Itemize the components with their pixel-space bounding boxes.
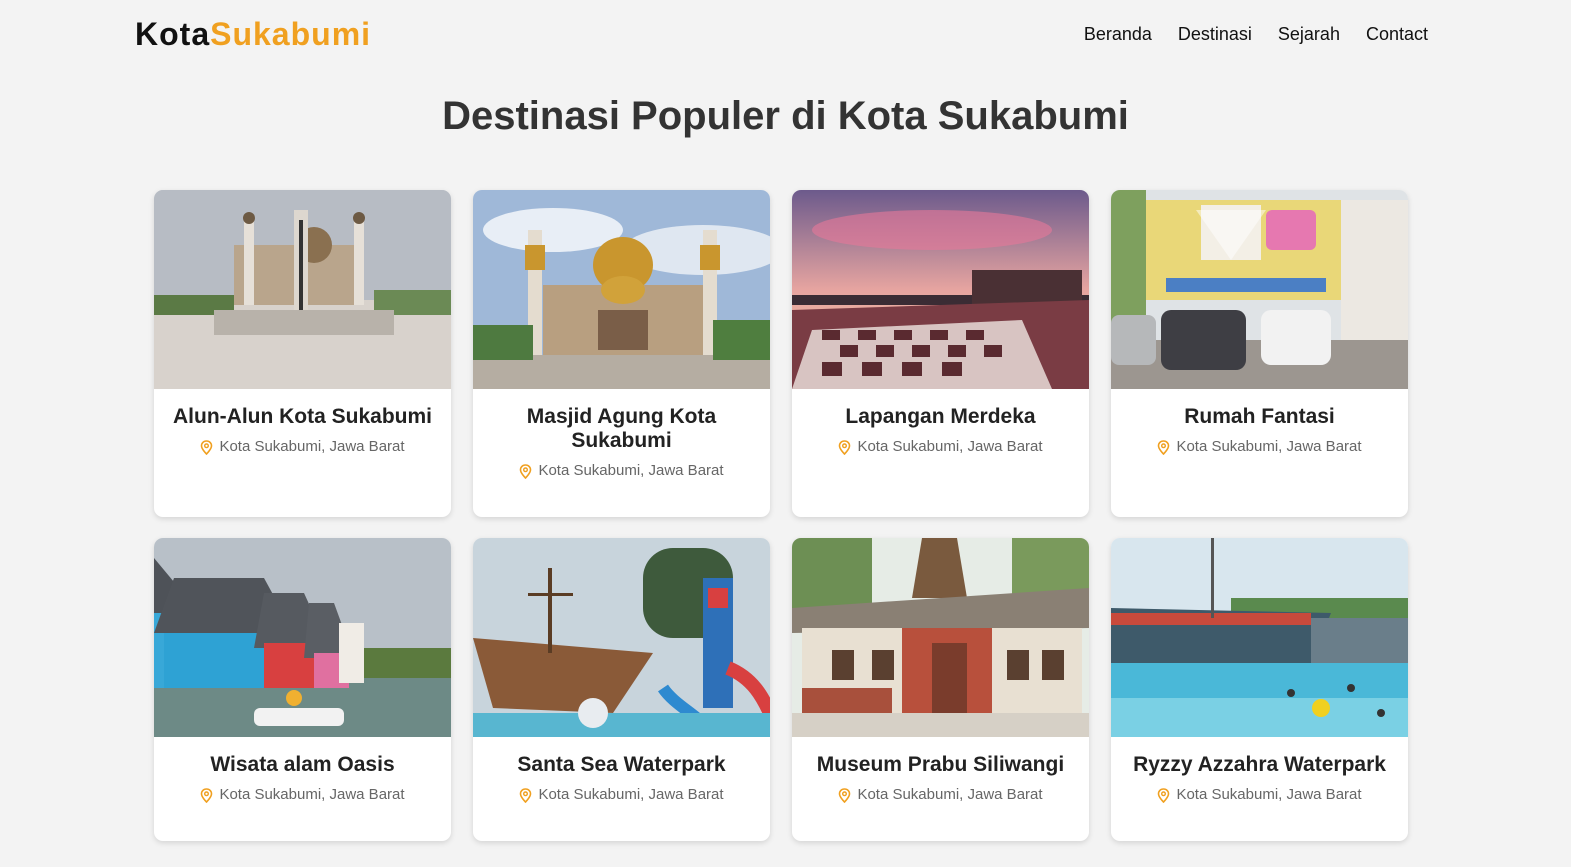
- destination-name: Museum Prabu Siliwangi: [816, 753, 1065, 776]
- location-text: Kota Sukabumi, Jawa Barat: [1176, 786, 1362, 803]
- destination-card[interactable]: Lapangan Merdeka Kota Sukabumi, Jawa Bar…: [792, 190, 1089, 517]
- rumah-fantasi-photo: [1111, 190, 1408, 389]
- destination-grid: Alun-Alun Kota Sukabumi Kota Sukabumi, J…: [154, 190, 1408, 841]
- ryzzy-azzahra-photo: [1111, 538, 1408, 737]
- destination-location: Kota Sukabumi, Jawa Barat: [473, 462, 770, 480]
- navbar: KotaSukabumi Beranda Destinasi Sejarah C…: [0, 0, 1571, 68]
- destination-name: Lapangan Merdeka: [845, 405, 1036, 428]
- nav-link-beranda[interactable]: Beranda: [1084, 22, 1152, 46]
- santa-sea-photo: [473, 538, 770, 737]
- destination-name: Wisata alam Oasis: [210, 753, 395, 776]
- destination-photo: [1111, 190, 1408, 389]
- masjid-agung-photo: [473, 190, 770, 389]
- destination-location: Kota Sukabumi, Jawa Barat: [154, 786, 451, 804]
- destination-photo: [792, 190, 1089, 389]
- map-pin-icon: [201, 439, 213, 455]
- destination-photo: [154, 190, 451, 389]
- map-pin-icon: [520, 463, 532, 479]
- map-pin-icon: [201, 787, 213, 803]
- destination-card[interactable]: Santa Sea Waterpark Kota Sukabumi, Jawa …: [473, 538, 770, 841]
- location-text: Kota Sukabumi, Jawa Barat: [1176, 438, 1362, 455]
- location-text: Kota Sukabumi, Jawa Barat: [219, 786, 405, 803]
- lapangan-merdeka-photo: [792, 190, 1089, 389]
- destination-name: Masjid Agung Kota Sukabumi: [526, 405, 717, 452]
- location-text: Kota Sukabumi, Jawa Barat: [538, 786, 724, 803]
- destination-location: Kota Sukabumi, Jawa Barat: [792, 786, 1089, 804]
- destination-location: Kota Sukabumi, Jawa Barat: [1111, 438, 1408, 456]
- destination-photo: [154, 538, 451, 737]
- nav-link-contact[interactable]: Contact: [1366, 22, 1428, 46]
- map-pin-icon: [839, 439, 851, 455]
- destination-photo: [1111, 538, 1408, 737]
- destination-location: Kota Sukabumi, Jawa Barat: [154, 438, 451, 456]
- map-pin-icon: [839, 787, 851, 803]
- destination-card[interactable]: Wisata alam Oasis Kota Sukabumi, Jawa Ba…: [154, 538, 451, 841]
- location-text: Kota Sukabumi, Jawa Barat: [219, 438, 405, 455]
- nav-link-sejarah[interactable]: Sejarah: [1278, 22, 1340, 46]
- logo-text-accent: Sukabumi: [210, 16, 372, 52]
- map-pin-icon: [1158, 787, 1170, 803]
- destination-photo: [473, 538, 770, 737]
- destination-photo: [792, 538, 1089, 737]
- map-pin-icon: [1158, 439, 1170, 455]
- destination-photo: [473, 190, 770, 389]
- location-text: Kota Sukabumi, Jawa Barat: [538, 462, 724, 479]
- alun-alun-photo: [154, 190, 451, 389]
- destination-name: Rumah Fantasi: [1184, 405, 1335, 428]
- page-title: Destinasi Populer di Kota Sukabumi: [442, 94, 1129, 138]
- wisata-oasis-photo: [154, 538, 451, 737]
- location-text: Kota Sukabumi, Jawa Barat: [857, 786, 1043, 803]
- destination-name: Alun-Alun Kota Sukabumi: [173, 405, 432, 428]
- nav-link-destinasi[interactable]: Destinasi: [1178, 22, 1252, 46]
- museum-prabu-photo: [792, 538, 1089, 737]
- destination-location: Kota Sukabumi, Jawa Barat: [792, 438, 1089, 456]
- logo-text-primary: Kota: [135, 16, 211, 52]
- site-logo[interactable]: KotaSukabumi: [135, 14, 371, 54]
- destination-name: Santa Sea Waterpark: [517, 753, 726, 776]
- destination-card[interactable]: Ryzzy Azzahra Waterpark Kota Sukabumi, J…: [1111, 538, 1408, 841]
- destination-location: Kota Sukabumi, Jawa Barat: [473, 786, 770, 804]
- destination-card[interactable]: Museum Prabu Siliwangi Kota Sukabumi, Ja…: [792, 538, 1089, 841]
- main-nav: Beranda Destinasi Sejarah Contact: [1084, 22, 1428, 46]
- destination-location: Kota Sukabumi, Jawa Barat: [1111, 786, 1408, 804]
- destination-card[interactable]: Alun-Alun Kota Sukabumi Kota Sukabumi, J…: [154, 190, 451, 517]
- map-pin-icon: [520, 787, 532, 803]
- destination-card[interactable]: Masjid Agung Kota Sukabumi Kota Sukabumi…: [473, 190, 770, 517]
- destination-card[interactable]: Rumah Fantasi Kota Sukabumi, Jawa Barat: [1111, 190, 1408, 517]
- location-text: Kota Sukabumi, Jawa Barat: [857, 438, 1043, 455]
- destination-name: Ryzzy Azzahra Waterpark: [1133, 753, 1386, 776]
